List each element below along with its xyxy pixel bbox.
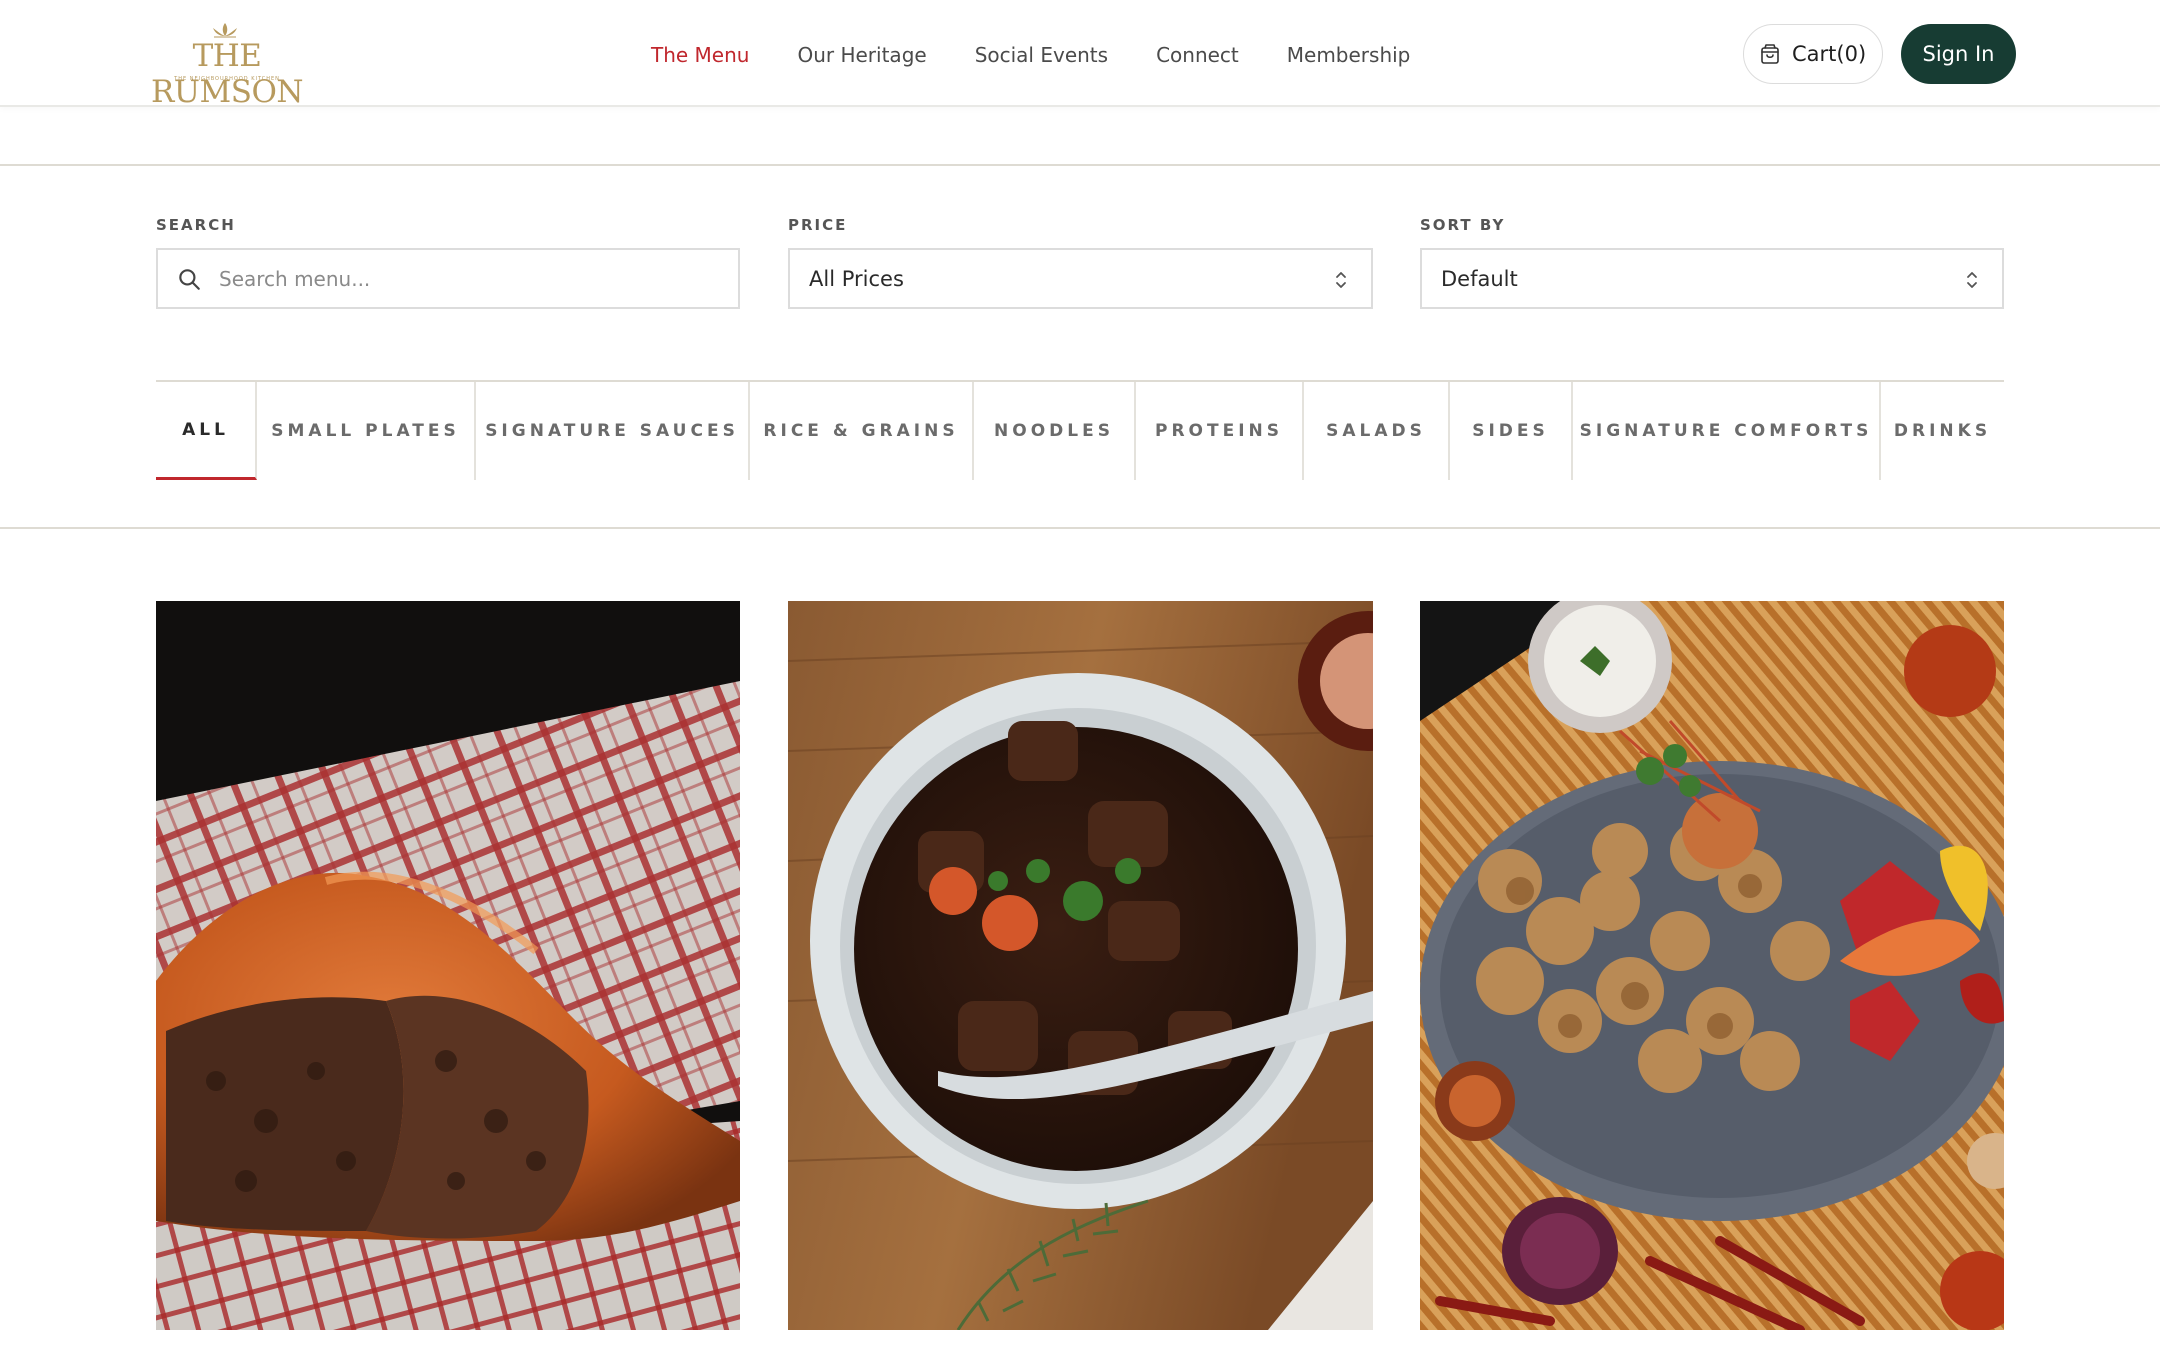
menu-card[interactable] xyxy=(1420,601,2004,1330)
cart-label: Cart(0) xyxy=(1792,42,1867,66)
nav-item-membership[interactable]: Membership xyxy=(1287,40,1411,70)
tab-rice-grains[interactable]: RICE & GRAINS xyxy=(750,382,974,480)
tab-drinks[interactable]: DRINKS xyxy=(1881,382,2004,480)
search-input[interactable] xyxy=(219,266,699,291)
price-label: PRICE xyxy=(788,216,848,234)
chicken-skewers-photo xyxy=(1420,601,2004,1330)
shopping-bag-icon xyxy=(1761,44,1779,64)
nav-item-our-heritage[interactable]: Our Heritage xyxy=(797,40,926,70)
sort-selected-value: Default xyxy=(1441,266,1518,291)
meat-pie-photo xyxy=(156,601,740,1330)
search-label: SEARCH xyxy=(156,216,236,234)
tab-all[interactable]: ALL xyxy=(156,382,257,480)
nav-item-connect[interactable]: Connect xyxy=(1156,40,1239,70)
beef-stew-photo xyxy=(788,601,1373,1330)
main-nav: The Menu Our Heritage Social Events Conn… xyxy=(651,40,1410,70)
site-header: THE RUMSON THE NEIGHBOURHOOD KITCHEN The… xyxy=(0,0,2160,110)
menu-card[interactable] xyxy=(156,601,740,1330)
sign-in-button[interactable]: Sign In xyxy=(1901,24,2016,84)
tab-salads[interactable]: SALADS xyxy=(1304,382,1450,480)
search-icon xyxy=(179,268,200,290)
lotus-icon xyxy=(213,23,237,38)
filter-band-top-divider xyxy=(0,164,2160,166)
brand-tagline: THE NEIGHBOURHOOD KITCHEN xyxy=(174,76,280,82)
brand-logo[interactable]: THE RUMSON THE NEIGHBOURHOOD KITCHEN xyxy=(142,20,312,110)
tab-signature-sauces[interactable]: SIGNATURE SAUCES xyxy=(476,382,750,480)
cart-button[interactable]: Cart(0) xyxy=(1743,24,1883,84)
filter-band-bottom-divider xyxy=(0,527,2160,529)
tab-signature-comforts[interactable]: SIGNATURE COMFORTS xyxy=(1573,382,1881,480)
tab-small-plates[interactable]: SMALL PLATES xyxy=(257,382,476,480)
chevron-up-down-icon xyxy=(1336,272,1346,288)
brand-name: THE RUMSON xyxy=(151,38,304,110)
price-select[interactable]: All Prices xyxy=(788,248,1373,309)
nav-item-social-events[interactable]: Social Events xyxy=(975,40,1108,70)
menu-card[interactable] xyxy=(788,601,1373,1330)
tab-noodles[interactable]: NOODLES xyxy=(974,382,1136,480)
search-field[interactable] xyxy=(156,248,740,309)
price-selected-value: All Prices xyxy=(809,266,904,291)
tab-proteins[interactable]: PROTEINS xyxy=(1136,382,1304,480)
category-tabs: ALL SMALL PLATES SIGNATURE SAUCES RICE &… xyxy=(156,382,2004,480)
tab-sides[interactable]: SIDES xyxy=(1450,382,1573,480)
nav-item-the-menu[interactable]: The Menu xyxy=(651,40,749,70)
sort-select[interactable]: Default xyxy=(1420,248,2004,309)
sort-label: SORT BY xyxy=(1420,216,1506,234)
chevron-up-down-icon xyxy=(1967,272,1977,288)
